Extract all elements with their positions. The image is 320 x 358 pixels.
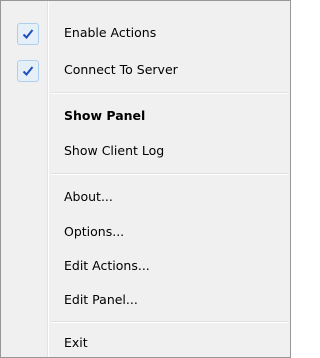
menu-item-label: About... xyxy=(64,189,113,204)
menu-item-connect-to-server[interactable]: Connect To Server xyxy=(3,56,288,84)
menu-item-label: Edit Actions... xyxy=(64,258,150,273)
checkmark-box xyxy=(17,23,39,45)
menu-item-label: Exit xyxy=(64,335,88,350)
menu-item-show-client-log[interactable]: Show Client Log xyxy=(3,137,288,165)
menu-separator xyxy=(51,321,288,323)
menu-item-edit-panel[interactable]: Edit Panel... xyxy=(3,286,288,314)
menu-item-label: Edit Panel... xyxy=(64,292,138,307)
menu-item-label: Connect To Server xyxy=(64,62,178,77)
menu-item-label: Enable Actions xyxy=(64,25,157,40)
context-menu: Enable Actions Connect To Server Show Pa… xyxy=(0,0,291,358)
menu-item-about[interactable]: About... xyxy=(3,183,288,211)
menu-separator xyxy=(51,173,288,175)
menu-item-edit-actions[interactable]: Edit Actions... xyxy=(3,252,288,280)
menu-item-enable-actions[interactable]: Enable Actions xyxy=(3,19,288,47)
menu-separator xyxy=(51,92,288,94)
checkmark-box xyxy=(17,60,39,82)
menu-item-options[interactable]: Options... xyxy=(3,218,288,246)
checkmark-icon xyxy=(22,29,34,39)
menu-item-show-panel[interactable]: Show Panel xyxy=(3,102,288,130)
menu-item-exit[interactable]: Exit xyxy=(3,329,288,357)
checkmark-icon xyxy=(22,66,34,76)
menu-item-label: Show Client Log xyxy=(64,143,165,158)
menu-item-label: Options... xyxy=(64,224,125,239)
menu-item-label: Show Panel xyxy=(64,108,146,123)
